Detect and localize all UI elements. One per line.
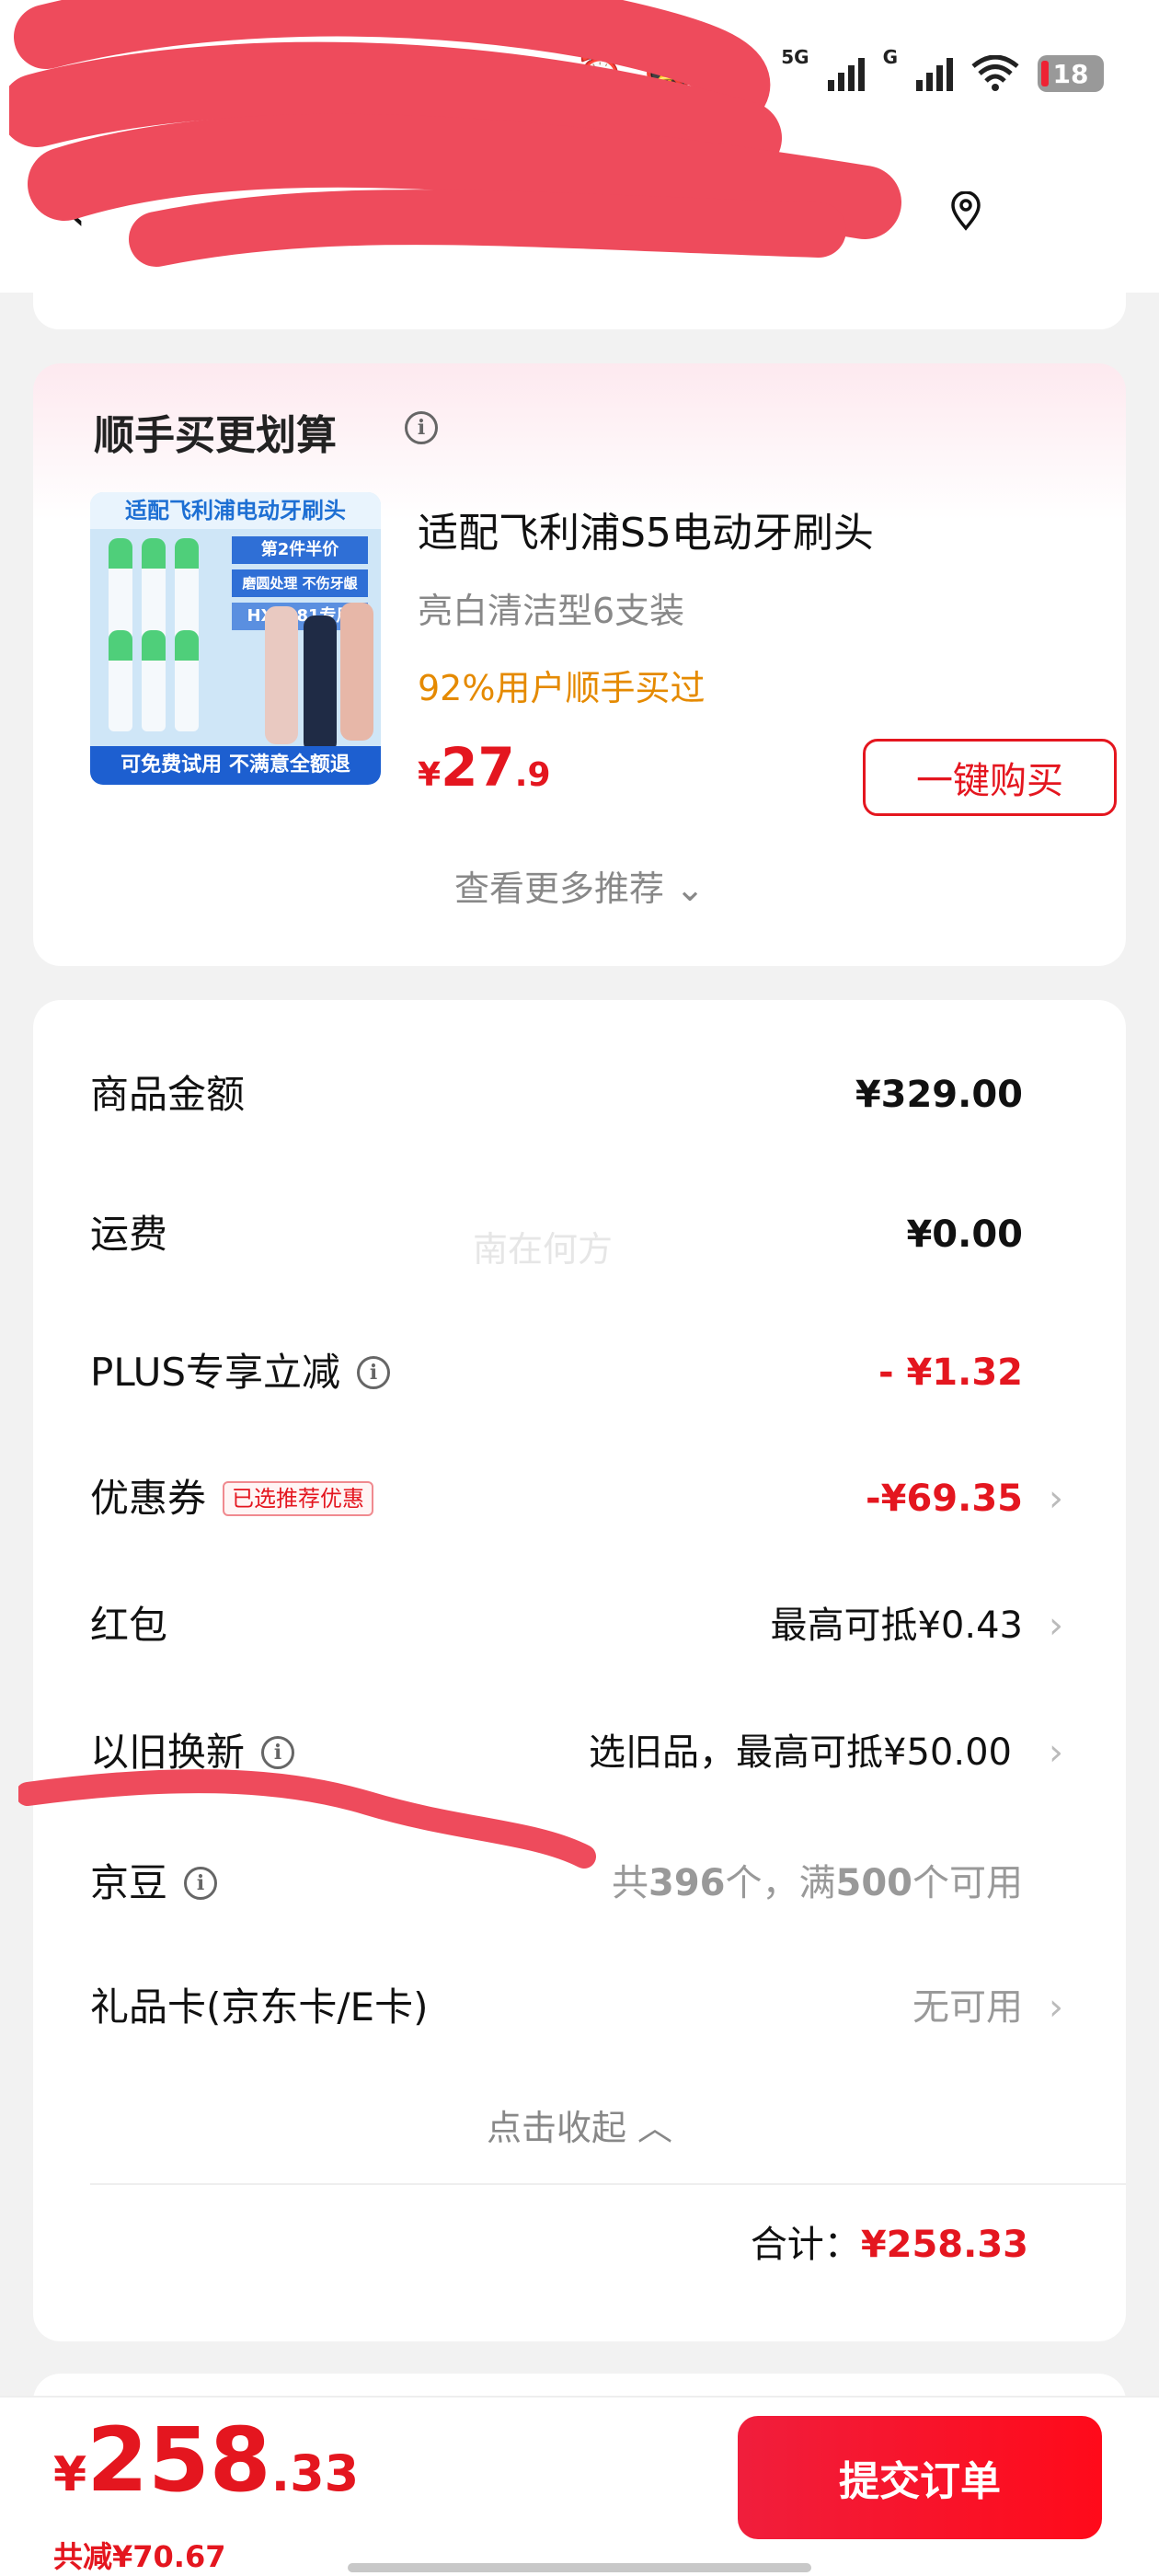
toothbrush-graphic — [340, 603, 373, 741]
brush-head-graphic — [175, 538, 199, 639]
chevron-right-icon: › — [1049, 1731, 1063, 1774]
beans-text: 共 — [612, 1862, 648, 1904]
submit-order-button[interactable]: 提交订单 — [738, 2416, 1102, 2539]
recommend-card: 顺手买更划算 i 适配飞利浦电动牙刷头 第2件半价 磨圆处理 不伤牙龈 HX24… — [33, 363, 1126, 966]
row-coupon[interactable]: 优惠券 已选推荐优惠 -¥69.35 › — [90, 1462, 1120, 1535]
row-label: 优惠券 已选推荐优惠 — [90, 1462, 374, 1535]
row-label-text: 优惠券 — [90, 1476, 207, 1521]
chevron-right-icon: › — [1049, 1604, 1063, 1647]
row-value: -¥69.35 — [866, 1478, 1023, 1520]
row-label-text: PLUS专享立减 — [90, 1350, 341, 1395]
row-value: ¥329.00 — [855, 1074, 1023, 1116]
row-value: ¥0.00 — [906, 1213, 1023, 1256]
payable-price: ¥258.33 — [53, 2416, 359, 2504]
row-value: 选旧品，最高可抵¥50.00 — [589, 1731, 1012, 1774]
recommend-title: 顺手买更划算 — [94, 412, 337, 459]
chevron-right-icon: › — [1049, 1478, 1063, 1520]
price-currency: ¥ — [418, 756, 442, 794]
toothbrush-graphic — [265, 606, 298, 744]
product-spec: 亮白清洁型6支装 — [418, 591, 685, 631]
row-label: 商品金额 — [90, 1072, 246, 1117]
previous-card-edge — [33, 293, 1126, 329]
signal-icon-2 — [916, 56, 953, 91]
product-image-badge: 磨圆处理 不伤牙龈 — [232, 569, 368, 597]
total-saved[interactable]: 共减¥70.67 — [53, 2534, 226, 2576]
total-line: 合计：¥258.33 — [751, 2214, 1028, 2268]
price-decimal: .9 — [514, 756, 551, 794]
row-goods-amount: 商品金额 ¥329.00 — [90, 1058, 1120, 1132]
collapse-link[interactable]: 点击收起 ︿ — [33, 2099, 1126, 2150]
beans-count: 396 — [648, 1862, 726, 1904]
price-integer: 258 — [86, 2409, 271, 2512]
product-image-headline: 适配飞利浦电动牙刷头 — [90, 492, 381, 529]
wifi-icon — [971, 55, 1019, 91]
row-label: PLUS专享立减 i — [90, 1336, 391, 1409]
battery-level: 18 — [1052, 58, 1089, 89]
row-label: 运费 — [90, 1212, 168, 1257]
price-integer: 27 — [441, 736, 515, 799]
brush-head-graphic — [142, 538, 166, 639]
row-label: 红包 — [90, 1603, 168, 1648]
row-value: 共396个，满500个可用 — [612, 1846, 1023, 1920]
battery-icon: 18 — [1038, 55, 1104, 92]
product-name[interactable]: 适配飞利浦S5电动牙刷头 — [418, 500, 874, 558]
row-gift-card[interactable]: 礼品卡(京东卡/E卡) 无可用 › — [90, 1971, 1120, 2044]
brush-head-graphic — [109, 630, 132, 731]
brush-head-graphic — [142, 630, 166, 731]
row-shipping: 运费 ¥0.00 — [90, 1198, 1120, 1271]
price-currency: ¥ — [53, 2447, 87, 2502]
total-label: 合计： — [750, 2224, 861, 2266]
total-value: ¥258.33 — [860, 2224, 1028, 2266]
product-image[interactable]: 适配飞利浦电动牙刷头 第2件半价 磨圆处理 不伤牙龈 HX2481专用 可免费试… — [90, 492, 381, 785]
row-value: 最高可抵¥0.43 — [770, 1604, 1023, 1647]
row-red-packet[interactable]: 红包 最高可抵¥0.43 › — [90, 1589, 1120, 1662]
home-indicator[interactable] — [348, 2563, 811, 2572]
recommended-coupon-badge: 已选推荐优惠 — [223, 1481, 374, 1516]
row-plus-discount: PLUS专享立减 i - ¥1.32 — [90, 1336, 1120, 1409]
beans-text: 个可用 — [912, 1862, 1023, 1904]
one-click-buy-button[interactable]: 一键购买 — [863, 739, 1117, 816]
brush-head-graphic — [175, 630, 199, 731]
product-buy-rate: 92%用户顺手买过 — [418, 668, 706, 708]
redaction-scribble — [9, 0, 901, 267]
more-recommendations-link[interactable]: 查看更多推荐 ⌄ — [33, 860, 1126, 911]
beans-threshold: 500 — [835, 1862, 913, 1904]
checkout-bar: ¥258.33 共减¥70.67 提交订单 — [0, 2396, 1159, 2576]
row-value: 无可用 — [912, 1986, 1023, 2029]
toothbrush-graphic — [304, 615, 337, 753]
info-icon[interactable]: i — [357, 1356, 391, 1389]
product-price: ¥27.9 — [418, 736, 551, 799]
brush-head-graphic — [109, 538, 132, 639]
chevron-right-icon: › — [1049, 1986, 1063, 2029]
info-icon[interactable]: i — [261, 1736, 295, 1769]
top-header: ⏰ 🔕 4.50 KB/s 5G G 18 ‹ — [0, 0, 1159, 293]
divider — [90, 2183, 1126, 2185]
product-image-badge: 第2件半价 — [232, 536, 368, 564]
info-icon[interactable]: i — [405, 411, 438, 444]
row-value: - ¥1.32 — [878, 1351, 1023, 1394]
product-image-footer: 可免费试用 不满意全额退 — [90, 746, 381, 785]
red-underline-annotation — [18, 1769, 596, 1869]
beans-text: 个，满 — [725, 1862, 836, 1904]
location-pin-icon[interactable] — [947, 191, 984, 232]
order-summary-card: 南在何方 商品金额 ¥329.00 运费 ¥0.00 PLUS专享立减 i - … — [33, 1000, 1126, 2341]
row-label: 礼品卡(京东卡/E卡) — [90, 1984, 429, 2030]
price-decimal: .33 — [270, 2444, 360, 2502]
